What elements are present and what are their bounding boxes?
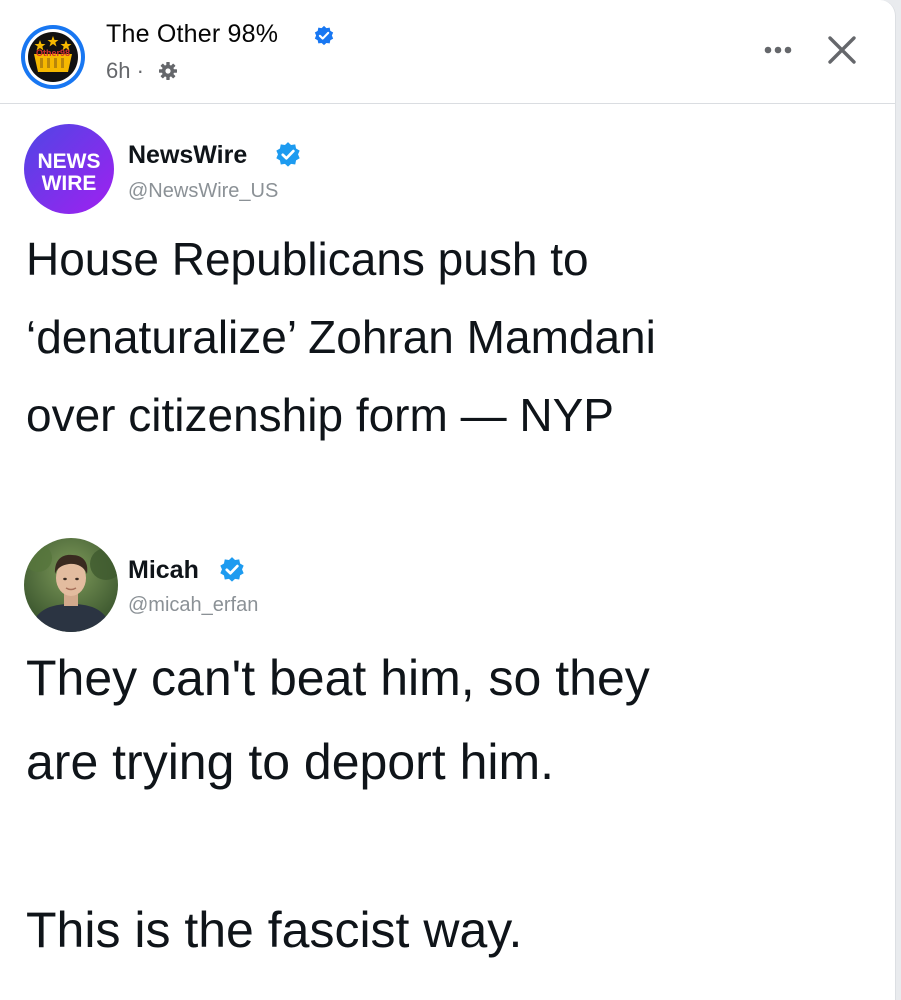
tweet-text-line: ‘denaturalize’ Zohran Mamdani — [26, 311, 656, 363]
tweet-author-handle[interactable]: @NewsWire_US — [128, 180, 278, 203]
gear-icon[interactable] — [158, 61, 178, 81]
newswire-avatar-line-2: WIRE — [42, 172, 97, 195]
tweet-author-name[interactable]: Micah — [128, 556, 199, 585]
verified-badge-icon — [314, 25, 334, 46]
tweet-text-line: This is the fascist way. — [26, 902, 523, 958]
post-header: Other98 The Other 98% 6h · — [0, 0, 895, 104]
tweet-author-name[interactable]: NewsWire — [128, 141, 247, 170]
more-options-button[interactable] — [758, 30, 798, 70]
tweet-text: House Republicans push to ‘denaturalize’… — [26, 220, 656, 454]
post-timestamp[interactable]: 6h — [106, 58, 130, 83]
meta-separator: · — [136, 58, 144, 83]
tweet-text-line: They can't beat him, so they — [26, 650, 650, 706]
tweet-author-handle[interactable]: @micah_erfan — [128, 594, 258, 617]
page-name[interactable]: The Other 98% — [106, 20, 278, 49]
micah-avatar[interactable] — [24, 538, 118, 632]
more-dots-icon — [764, 46, 792, 54]
tweet-text: They can't beat him, so they are trying … — [26, 636, 650, 972]
newswire-avatar-line-1: NEWS — [38, 150, 101, 173]
close-icon — [828, 36, 856, 64]
close-button[interactable] — [820, 28, 864, 72]
verified-badge-icon — [276, 142, 300, 167]
tweet-text-line: over citizenship form — NYP — [26, 389, 614, 441]
facebook-post-card: Other98 The Other 98% 6h · NEWS WIRE New… — [0, 0, 896, 1000]
verified-badge-icon — [220, 557, 244, 582]
page-avatar-text: Other98 — [36, 48, 70, 58]
tweet-text-line: House Republicans push to — [26, 233, 589, 285]
page-avatar[interactable]: Other98 — [20, 24, 86, 90]
tweet-text-line: are trying to deport him. — [26, 734, 555, 790]
post-meta: 6h · — [106, 58, 144, 84]
newswire-avatar[interactable]: NEWS WIRE — [24, 124, 114, 214]
